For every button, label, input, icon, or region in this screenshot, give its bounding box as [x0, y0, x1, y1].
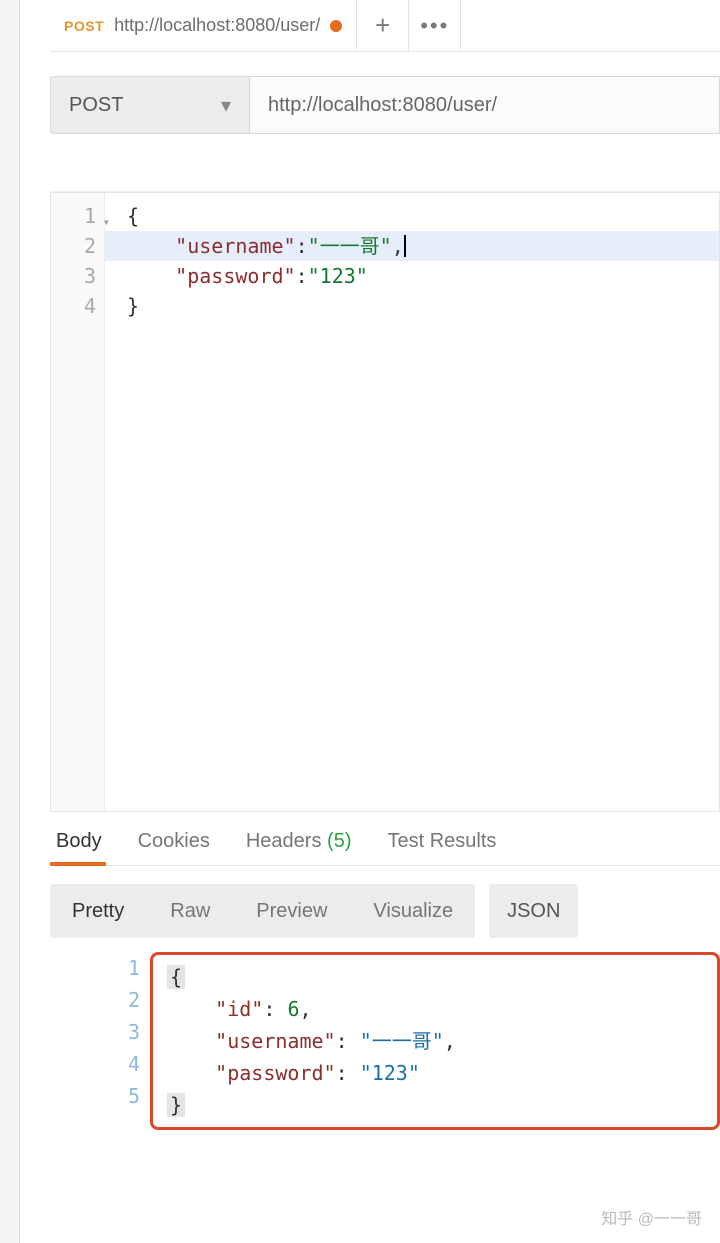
chevron-down-icon: ▾	[221, 93, 231, 118]
line-number: 4	[50, 1048, 140, 1080]
code-token: "123"	[308, 264, 368, 288]
url-input-value: http://localhost:8080/user/	[268, 94, 497, 117]
response-tabs: Body Cookies Headers (5) Test Results	[50, 812, 720, 866]
editor-gutter: 1 2 3 4	[51, 193, 105, 811]
new-tab-button[interactable]: +	[357, 0, 409, 51]
method-select-value: POST	[69, 94, 123, 117]
line-number: 5	[50, 1080, 140, 1112]
url-input[interactable]: http://localhost:8080/user/	[250, 76, 720, 134]
tab-test-results[interactable]: Test Results	[387, 830, 496, 853]
request-row: POST ▾ http://localhost:8080/user/	[50, 76, 720, 134]
response-gutter: 1 2 3 4 5	[50, 952, 150, 1130]
code-token: 6	[287, 997, 299, 1021]
code-token: }	[127, 294, 139, 318]
response-body: 1 2 3 4 5 { "id": 6, "username": "一一哥", …	[50, 952, 720, 1130]
plus-icon: +	[375, 10, 390, 41]
active-tab-underline	[50, 862, 106, 866]
tab-headers[interactable]: Headers (5)	[246, 830, 352, 853]
watermark: 知乎 @一一哥	[601, 1205, 702, 1229]
request-tab[interactable]: POST http://localhost:8080/user/	[50, 0, 357, 51]
editor-code[interactable]: { "username":"一一哥", "password":"123" }	[105, 193, 719, 811]
line-number: 1	[50, 952, 140, 984]
format-select[interactable]: JSON	[489, 884, 578, 938]
method-select[interactable]: POST ▾	[50, 76, 250, 134]
request-body-editor[interactable]: 1 2 3 4 { "username":"一一哥", "password":"…	[50, 192, 720, 812]
tab-overflow-button[interactable]: •••	[409, 0, 461, 51]
text-cursor	[404, 235, 406, 257]
ellipsis-icon: •••	[420, 13, 449, 39]
code-token: "password"	[175, 264, 295, 288]
code-token: {	[127, 204, 139, 228]
format-select-value: JSON	[507, 900, 560, 923]
line-number: 1	[51, 201, 96, 231]
tab-method-badge: POST	[64, 18, 104, 34]
tab-url: http://localhost:8080/user/	[114, 15, 320, 36]
line-number: 2	[50, 984, 140, 1016]
body-type-row	[50, 154, 720, 192]
code-token: "一一哥"	[308, 234, 392, 258]
line-number: 2	[51, 231, 96, 261]
view-mode-group: Pretty Raw Preview Visualize	[50, 884, 475, 938]
view-pretty[interactable]: Pretty	[72, 900, 124, 923]
code-token: "username"	[215, 1029, 335, 1053]
code-token: "id"	[215, 997, 263, 1021]
code-token: {	[167, 965, 185, 989]
code-token: "password"	[215, 1061, 335, 1085]
tabs-row: POST http://localhost:8080/user/ + •••	[50, 0, 720, 52]
unsaved-dot-icon	[330, 20, 342, 32]
code-token: "一一哥"	[360, 1029, 444, 1053]
response-code-highlight[interactable]: { "id": 6, "username": "一一哥", "password"…	[150, 952, 720, 1130]
line-number: 3	[51, 261, 96, 291]
view-visualize[interactable]: Visualize	[373, 900, 453, 923]
view-preview[interactable]: Preview	[256, 900, 327, 923]
line-number: 4	[51, 291, 96, 321]
left-gutter	[0, 0, 20, 1243]
tab-cookies[interactable]: Cookies	[138, 830, 210, 853]
line-number: 3	[50, 1016, 140, 1048]
headers-count: (5)	[327, 830, 351, 852]
code-token: "123"	[360, 1061, 420, 1085]
response-toolbar: Pretty Raw Preview Visualize JSON	[50, 884, 720, 938]
tab-body[interactable]: Body	[56, 830, 102, 853]
view-raw[interactable]: Raw	[170, 900, 210, 923]
code-token: }	[167, 1093, 185, 1117]
code-token: "username"	[175, 234, 295, 258]
